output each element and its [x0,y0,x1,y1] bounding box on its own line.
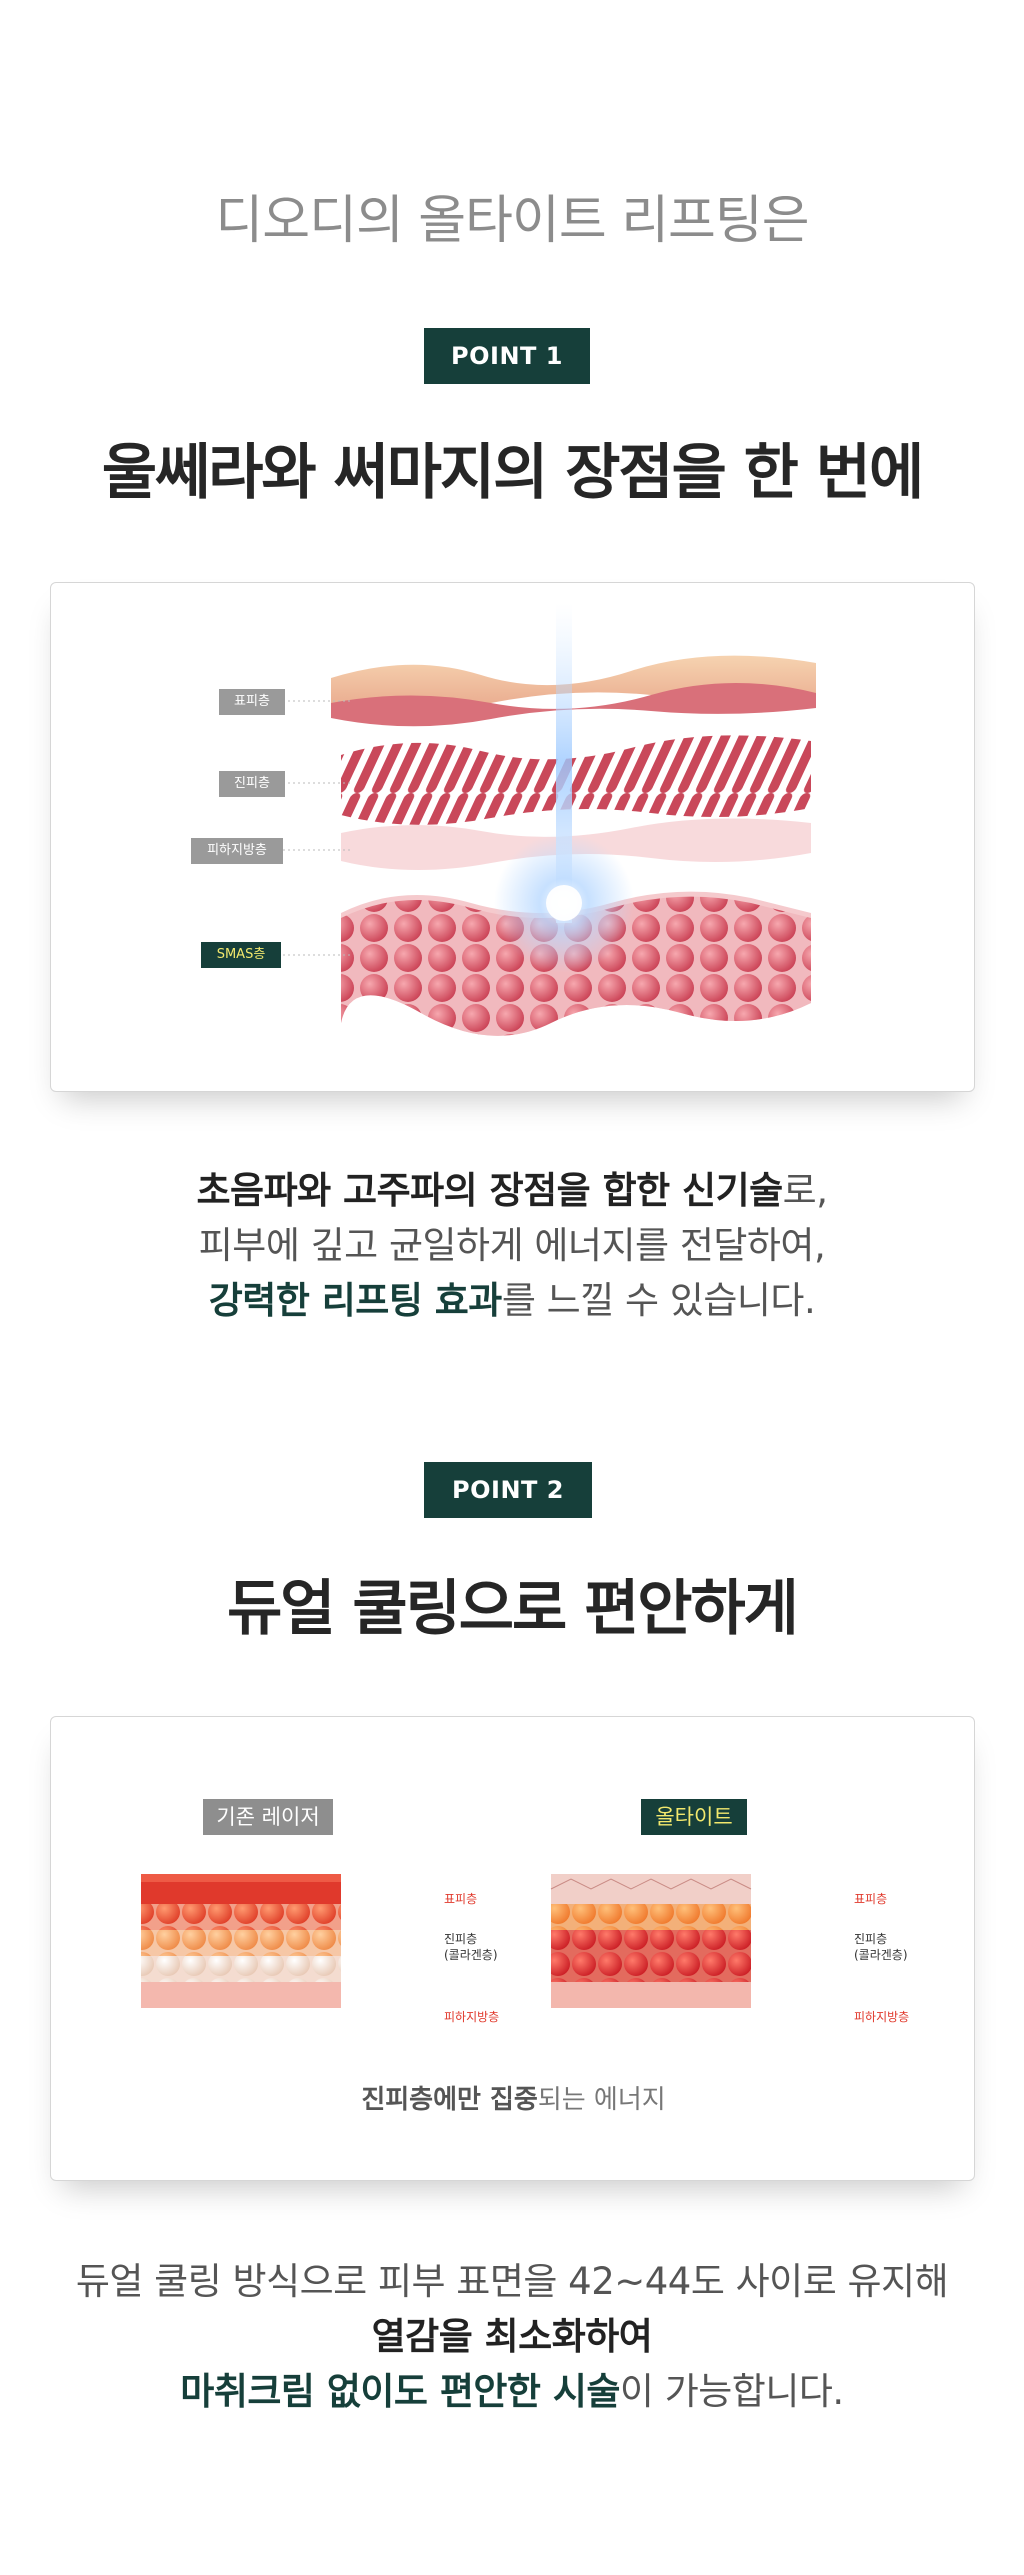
epidermis-tag: 표피층 [219,689,285,715]
left-collagen-label: (콜라겐층) [444,1948,498,1962]
conventional-laser-label: 기존 레이저 [203,1799,333,1835]
point1-title: 울쎄라와 써마지의 장점을 한 번에 [101,438,924,508]
point2-title: 듀얼 쿨링으로 편안하게 [227,1574,799,1644]
left-dermis-label: 진피층 [444,1932,478,1946]
skin-layers-illustration [283,603,816,1036]
point2-desc-line1: 듀얼 쿨링 방식으로 피부 표면을 42~44도 사이로 유지해 [75,2260,949,2303]
energy-caption: 진피층에만 집중되는 에너지 [361,2085,666,2115]
intro-heading: 디오디의 올타이트 리프팅은 [215,191,809,251]
point1-desc-line1: 초음파와 고주파의 장점을 합한 신기술로, [196,1169,828,1212]
point1-desc-line3: 강력한 리프팅 효과를 느낄 수 있습니다. [208,1279,816,1322]
point2-desc-line3: 마취크림 없이도 편안한 시술이 가능합니다. [180,2370,844,2413]
point2-description: 듀얼 쿨링 방식으로 피부 표면을 42~44도 사이로 유지해 열감을 최소화… [0,2254,1024,2419]
alltight-label: 올타이트 [641,1799,747,1835]
point1-desc-line2: 피부에 깊고 균일하게 에너지를 전달하여, [198,1224,826,1267]
point1-description: 초음파와 고주파의 장점을 합한 신기술로, 피부에 깊고 균일하게 에너지를 … [0,1163,1024,1328]
skin-layers-illustration-card: 표피층 진피층 피하지방층 SMAS층 [50,582,975,1092]
left-epidermis-label: 표피층 [444,1892,478,1906]
right-epidermis-label: 표피층 [854,1892,888,1906]
point1-badge: POINT 1 [424,328,590,384]
dermis-tag: 진피층 [219,771,285,797]
fat-layer-tag: 피하지방층 [191,838,283,864]
right-fat-label: 피하지방층 [854,2010,910,2024]
right-collagen-label: (콜라겐층) [854,1948,908,1962]
smas-tag: SMAS층 [201,942,281,968]
point2-badge: POINT 2 [424,1462,592,1518]
point2-desc-line2: 열감을 최소화하여 [371,2315,653,2358]
cooling-comparison-card: 기존 레이저 올타이트 표피층 진피층 (콜라겐층) 피하지방층 표피층 진피층… [50,1716,975,2181]
right-dermis-label: 진피층 [854,1932,888,1946]
left-fat-label: 피하지방층 [444,2010,500,2024]
